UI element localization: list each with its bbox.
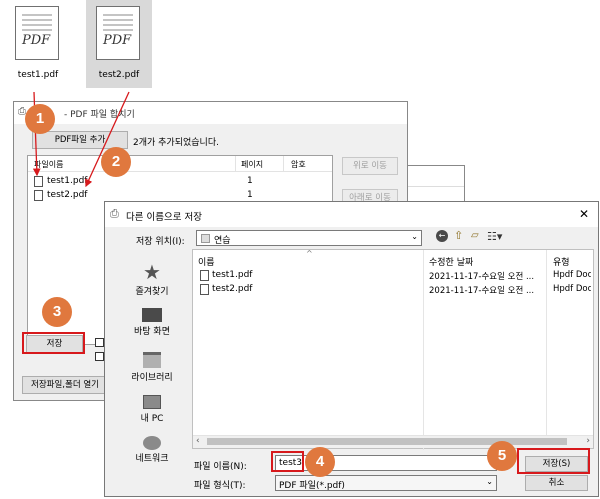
column-header-date[interactable]: 수정한 날짜 — [429, 255, 473, 268]
list-item-name: test1.pdf — [47, 176, 88, 186]
column-divider — [235, 156, 236, 171]
column-divider — [283, 156, 284, 171]
dialog-cancel-button[interactable]: 취소 — [525, 475, 588, 491]
open-saved-folder-button[interactable]: 저장파일,폴더 열기 — [22, 376, 108, 394]
file-icon — [34, 190, 43, 201]
chevron-down-icon[interactable]: ⌄ — [486, 477, 493, 486]
list-item-pages: 1 — [247, 176, 253, 186]
network-icon — [143, 436, 161, 450]
close-icon[interactable]: ✕ — [579, 207, 589, 221]
file-row[interactable]: test1.pdf 2021-11-17-수요일 오전 ... Hpdf Doc — [195, 270, 591, 282]
horizontal-scrollbar[interactable]: ‹ › — [193, 435, 593, 448]
highlight-merge-save — [22, 332, 85, 354]
step-callout: 3 — [42, 297, 72, 327]
file-row-type: Hpdf Doc — [553, 284, 591, 294]
nav-label: 즐겨찾기 — [135, 287, 169, 297]
save-dialog-titlebar: ⎙ 다른 이름으로 저장 ✕ — [105, 202, 598, 227]
pdf-file-icon: PDF — [96, 6, 140, 60]
save-dialog-title: 다른 이름으로 저장 — [126, 212, 202, 223]
merge-titlebar: ⎙ - PDF 파일 합치기 — [14, 102, 407, 124]
nav-label: 내 PC — [140, 414, 164, 424]
filetype-value: PDF 파일(*.pdf) — [279, 481, 345, 491]
step-callout: 5 — [487, 441, 517, 471]
list-item-name: test2.pdf — [47, 190, 88, 200]
merge-window-title: - PDF 파일 합치기 — [64, 110, 135, 120]
desktop-file-name: test2.pdf — [98, 70, 140, 80]
scroll-right-icon[interactable]: › — [586, 436, 590, 446]
file-row[interactable]: test2.pdf 2021-11-17-수요일 오전 ... Hpdf Doc — [195, 284, 591, 296]
file-row-date: 2021-11-17-수요일 오전 ... — [429, 272, 535, 282]
move-up-button[interactable]: 위로 이동 — [342, 157, 398, 175]
column-header-pages[interactable]: 페이지 — [241, 159, 263, 170]
up-folder-icon[interactable]: ⇧ — [454, 229, 463, 242]
new-folder-icon[interactable]: ▱ — [471, 230, 479, 241]
file-icon — [34, 176, 43, 187]
step-callout: 4 — [305, 447, 335, 477]
filetype-select[interactable]: PDF 파일(*.pdf) ⌄ — [275, 475, 497, 491]
file-row-name: test2.pdf — [212, 284, 253, 294]
list-item[interactable]: test1.pdf 1 — [30, 175, 330, 188]
nav-desktop[interactable]: 바탕 화면 — [109, 305, 195, 337]
list-item-pages: 1 — [247, 190, 253, 200]
navigation-pane: ★ 즐겨찾기 바탕 화면 라이브러리 내 PC 네트워크 — [109, 250, 190, 464]
nav-label: 라이브러리 — [131, 373, 173, 383]
desktop-file-test1[interactable]: PDF test1.pdf — [5, 0, 71, 88]
back-icon[interactable]: ← — [436, 230, 448, 242]
pdf-file-icon — [200, 284, 209, 295]
scroll-left-icon[interactable]: ‹ — [196, 436, 200, 446]
list-header: 파일이름 페이지 암호 — [28, 156, 332, 172]
file-row-name: test1.pdf — [212, 270, 253, 280]
nav-libraries[interactable]: 라이브러리 — [109, 350, 195, 383]
desktop-file-name: test1.pdf — [17, 70, 59, 80]
highlight-dialog-save — [517, 448, 590, 474]
highlight-filename — [271, 451, 304, 472]
desktop-file-test2[interactable]: PDF test2.pdf — [86, 0, 152, 88]
file-row-type: Hpdf Doc — [553, 270, 591, 280]
star-icon: ★ — [143, 260, 161, 284]
column-header-password[interactable]: 암호 — [291, 159, 306, 170]
scrollbar-thumb[interactable] — [207, 438, 567, 445]
option-checkbox-1[interactable] — [95, 338, 104, 347]
view-menu-icon[interactable]: ☷▾ — [487, 230, 502, 243]
filetype-label: 파일 형식(T): — [194, 481, 246, 491]
nav-favorites[interactable]: ★ 즐겨찾기 — [109, 260, 195, 297]
nav-this-pc[interactable]: 내 PC — [109, 393, 195, 424]
column-header-type[interactable]: 유형 — [553, 255, 570, 268]
nav-label: 네트워크 — [135, 454, 169, 464]
library-icon — [143, 352, 161, 368]
desktop-icon — [142, 308, 162, 322]
filename-label: 파일 이름(N): — [194, 462, 247, 472]
save-file-list[interactable]: 이름 ^ 수정한 날짜 유형 test1.pdf 2021-11-17-수요일 … — [192, 249, 594, 450]
save-location-value: 연습 — [214, 236, 231, 246]
column-header-name[interactable]: 이름 — [198, 255, 215, 268]
file-row-date: 2021-11-17-수요일 오전 ... — [429, 286, 535, 296]
pdf-file-icon — [200, 270, 209, 281]
column-header-filename[interactable]: 파일이름 — [34, 159, 63, 170]
merge-status-text: 2개가 추가되었습니다. — [133, 138, 219, 148]
option-checkbox-2[interactable] — [95, 352, 104, 361]
step-callout: 1 — [25, 104, 55, 134]
printer-icon: ⎙ — [110, 207, 119, 220]
pc-icon — [143, 395, 161, 409]
file-list-header: 이름 ^ 수정한 날짜 유형 — [193, 249, 593, 450]
chevron-down-icon[interactable]: ⌄ — [411, 232, 418, 241]
save-location-label: 저장 위치(I): — [136, 237, 185, 247]
pdf-icon-text: PDF — [103, 33, 132, 48]
step-callout: 2 — [101, 147, 131, 177]
pdf-file-icon: PDF — [15, 6, 59, 60]
nav-label: 바탕 화면 — [134, 327, 170, 337]
sort-up-icon: ^ — [306, 249, 313, 258]
save-location-select[interactable]: 연습 ⌄ — [196, 230, 422, 246]
nav-network[interactable]: 네트워크 — [109, 436, 195, 464]
pdf-icon-text: PDF — [22, 33, 51, 48]
folder-icon — [201, 234, 210, 243]
